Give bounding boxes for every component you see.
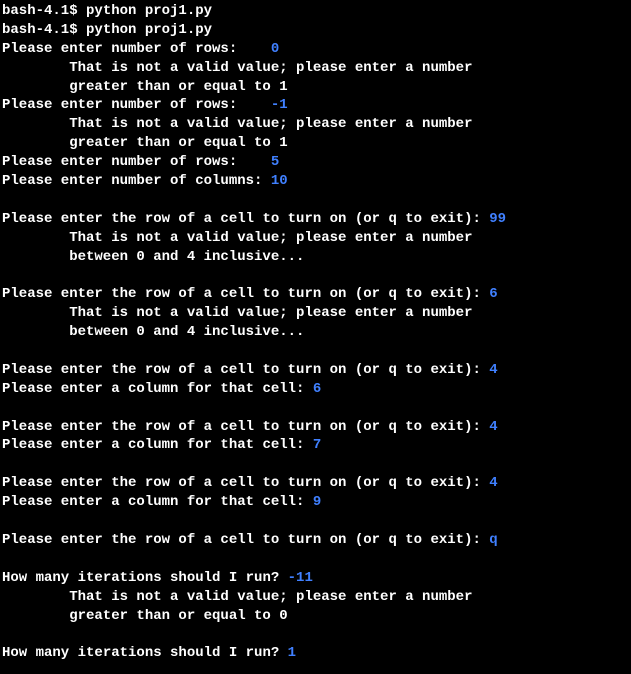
input-prompt-text: Please enter number of rows: (2, 41, 271, 57)
terminal-line: greater than or equal to 0 (69, 607, 629, 626)
shell-prompt: bash-4.1$ (2, 3, 86, 19)
error-message-text: That is not a valid value; please enter … (69, 60, 472, 76)
blank-line (2, 342, 629, 361)
error-message-text: between 0 and 4 inclusive... (69, 324, 304, 340)
terminal-line: greater than or equal to 1 (69, 134, 629, 153)
error-message-text: greater than or equal to 1 (69, 79, 287, 95)
terminal-line: bash-4.1$ python proj1.py (2, 2, 629, 21)
error-message-text: That is not a valid value; please enter … (69, 589, 472, 605)
terminal-line: Please enter a column for that cell: 7 (2, 436, 629, 455)
user-input-value: 99 (489, 211, 506, 227)
user-input-value: q (489, 532, 497, 548)
terminal-line: Please enter the row of a cell to turn o… (2, 210, 629, 229)
terminal-line: Please enter a column for that cell: 9 (2, 493, 629, 512)
terminal-line: Please enter number of rows: -1 (2, 96, 629, 115)
blank-line (2, 399, 629, 418)
terminal-line: between 0 and 4 inclusive... (69, 248, 629, 267)
blank-line (2, 455, 629, 474)
user-input-value: 10 (271, 173, 288, 189)
user-input-value: 5 (271, 154, 279, 170)
blank-line (2, 266, 629, 285)
blank-line (2, 512, 629, 531)
user-input-value: 0 (271, 41, 279, 57)
user-input-value: 4 (489, 419, 497, 435)
terminal-line: Please enter number of rows: 0 (2, 40, 629, 59)
terminal-line: That is not a valid value; please enter … (69, 59, 629, 78)
terminal-line: Please enter number of columns: 10 (2, 172, 629, 191)
user-input-value: -1 (271, 97, 288, 113)
terminal-line: Please enter number of rows: 5 (2, 153, 629, 172)
terminal-line: How many iterations should I run? 1 (2, 644, 629, 663)
user-input-value: 6 (313, 381, 321, 397)
user-input-value: 1 (288, 645, 296, 661)
user-input-value: 6 (489, 286, 497, 302)
input-prompt-text: How many iterations should I run? (2, 570, 288, 586)
terminal-line: That is not a valid value; please enter … (69, 588, 629, 607)
error-message-text: That is not a valid value; please enter … (69, 305, 472, 321)
user-input-value: 9 (313, 494, 321, 510)
input-prompt-text: Please enter number of rows: (2, 97, 271, 113)
terminal-line: That is not a valid value; please enter … (69, 304, 629, 323)
input-prompt-text: Please enter a column for that cell: (2, 381, 313, 397)
command-text: python proj1.py (86, 3, 212, 19)
terminal-line: That is not a valid value; please enter … (69, 229, 629, 248)
terminal-line: bash-4.1$ python proj1.py (2, 21, 629, 40)
command-text: python proj1.py (86, 22, 212, 38)
input-prompt-text: Please enter the row of a cell to turn o… (2, 475, 489, 491)
shell-prompt: bash-4.1$ (2, 22, 86, 38)
error-message-text: greater than or equal to 1 (69, 135, 287, 151)
input-prompt-text: Please enter a column for that cell: (2, 437, 313, 453)
terminal-line: Please enter the row of a cell to turn o… (2, 531, 629, 550)
blank-line (2, 550, 629, 569)
terminal-line: Please enter the row of a cell to turn o… (2, 474, 629, 493)
terminal-line: Please enter the row of a cell to turn o… (2, 361, 629, 380)
input-prompt-text: How many iterations should I run? (2, 645, 288, 661)
input-prompt-text: Please enter the row of a cell to turn o… (2, 362, 489, 378)
input-prompt-text: Please enter number of rows: (2, 154, 271, 170)
terminal-line: Please enter the row of a cell to turn o… (2, 418, 629, 437)
input-prompt-text: Please enter the row of a cell to turn o… (2, 211, 489, 227)
terminal-line: greater than or equal to 1 (69, 78, 629, 97)
blank-line (2, 191, 629, 210)
error-message-text: That is not a valid value; please enter … (69, 230, 472, 246)
input-prompt-text: Please enter the row of a cell to turn o… (2, 419, 489, 435)
input-prompt-text: Please enter number of columns: (2, 173, 271, 189)
terminal-line: Please enter a column for that cell: 6 (2, 380, 629, 399)
user-input-value: 7 (313, 437, 321, 453)
input-prompt-text: Please enter a column for that cell: (2, 494, 313, 510)
error-message-text: greater than or equal to 0 (69, 608, 287, 624)
terminal-line: How many iterations should I run? -11 (2, 569, 629, 588)
terminal-line: Please enter the row of a cell to turn o… (2, 285, 629, 304)
error-message-text: between 0 and 4 inclusive... (69, 249, 304, 265)
user-input-value: 4 (489, 362, 497, 378)
input-prompt-text: Please enter the row of a cell to turn o… (2, 286, 489, 302)
input-prompt-text: Please enter the row of a cell to turn o… (2, 532, 489, 548)
user-input-value: 4 (489, 475, 497, 491)
blank-line (2, 625, 629, 644)
terminal-line: between 0 and 4 inclusive... (69, 323, 629, 342)
user-input-value: -11 (288, 570, 313, 586)
error-message-text: That is not a valid value; please enter … (69, 116, 472, 132)
terminal-output[interactable]: bash-4.1$ python proj1.pybash-4.1$ pytho… (2, 2, 629, 663)
terminal-line: That is not a valid value; please enter … (69, 115, 629, 134)
